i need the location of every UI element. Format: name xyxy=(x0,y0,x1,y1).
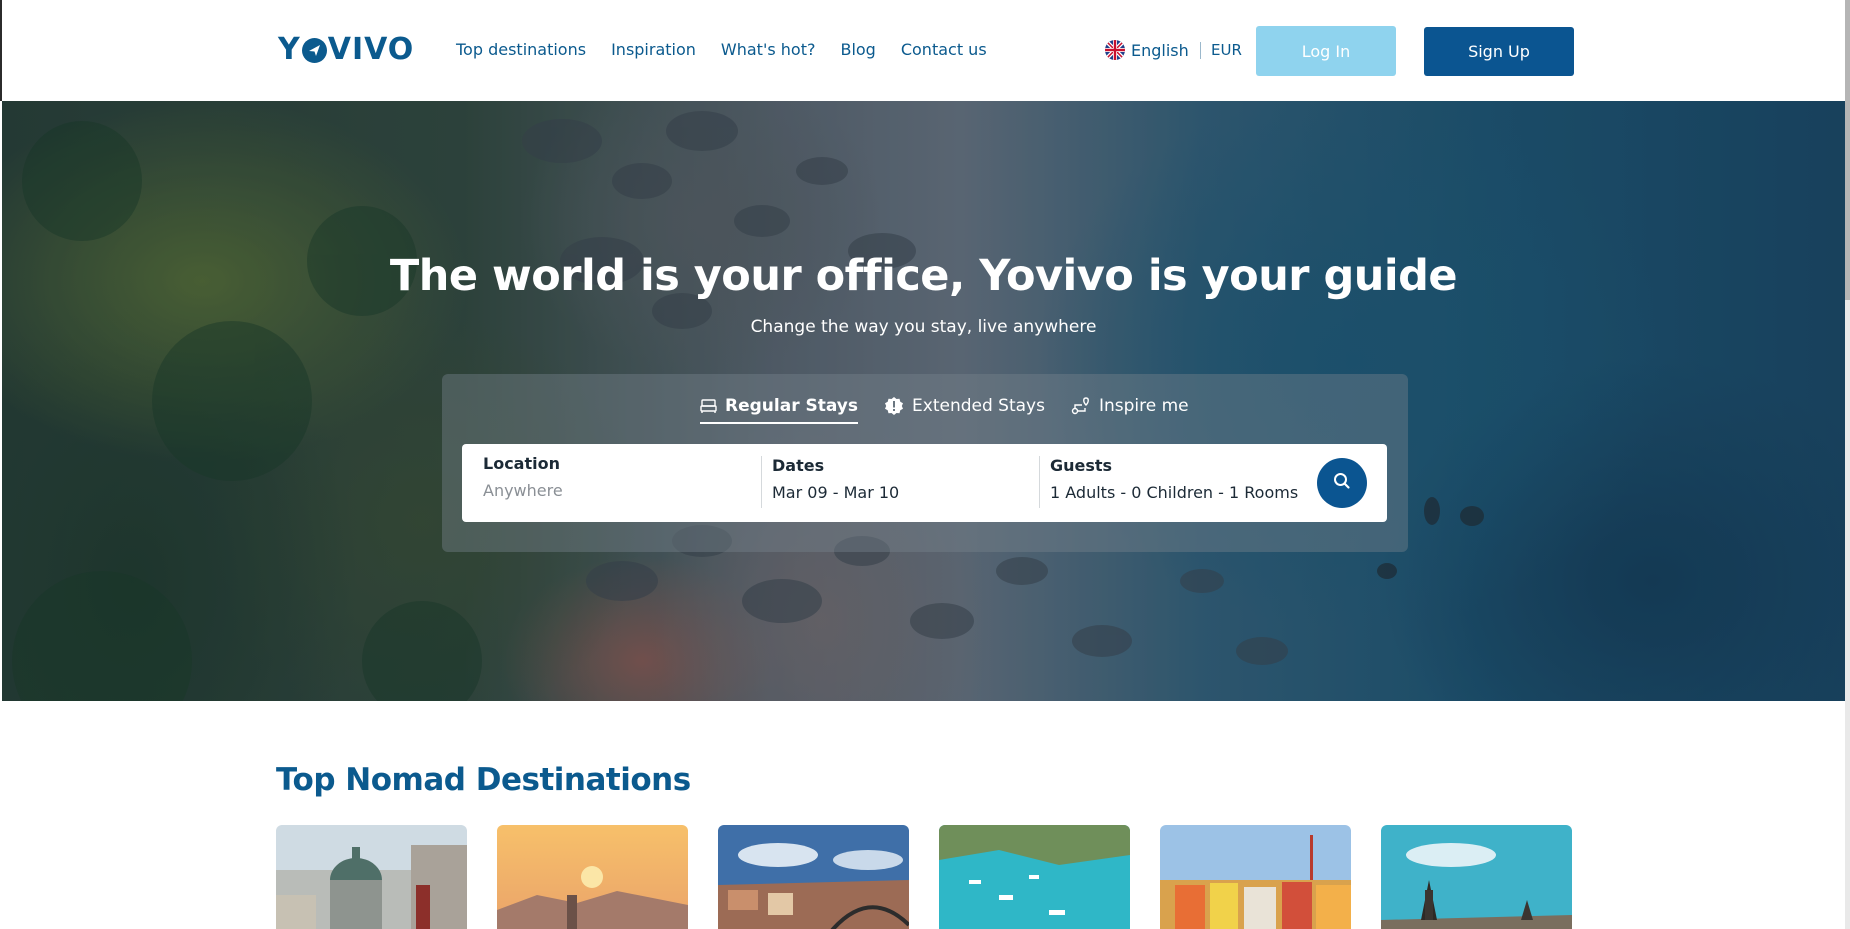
guests-value[interactable]: 1 Adults - 0 Children - 1 Rooms xyxy=(1050,483,1298,502)
logo-text-right: VIVO xyxy=(327,32,415,67)
logo-plane-icon xyxy=(301,37,327,63)
nav-inspiration[interactable]: Inspiration xyxy=(611,40,696,59)
search-button[interactable] xyxy=(1317,458,1367,508)
location-label: Location xyxy=(483,454,560,473)
destination-image xyxy=(276,825,467,929)
field-divider xyxy=(761,456,762,508)
dates-field[interactable]: Dates Mar 09 - Mar 10 xyxy=(772,456,899,502)
tab-inspire-me[interactable]: Inspire me xyxy=(1071,396,1189,422)
stay-type-tabs: Regular Stays Extended Stays Inspire me xyxy=(700,396,1189,424)
nav-contact-us[interactable]: Contact us xyxy=(901,40,987,59)
uk-flag-icon xyxy=(1105,40,1125,60)
login-button[interactable]: Log In xyxy=(1256,26,1396,76)
dates-value[interactable]: Mar 09 - Mar 10 xyxy=(772,483,899,502)
destination-image xyxy=(1160,825,1351,929)
main-nav: Top destinations Inspiration What's hot?… xyxy=(456,40,987,59)
search-panel: Regular Stays Extended Stays Inspire me … xyxy=(442,374,1408,552)
destination-card[interactable] xyxy=(718,825,909,929)
destination-card[interactable] xyxy=(1160,825,1351,929)
guests-label: Guests xyxy=(1050,456,1113,475)
search-icon xyxy=(1332,471,1352,495)
tab-label: Regular Stays xyxy=(725,396,859,416)
dates-label: Dates xyxy=(772,456,825,475)
destination-image xyxy=(1381,825,1572,929)
section-title-top-destinations: Top Nomad Destinations xyxy=(276,762,691,798)
destination-cards xyxy=(276,825,1572,929)
hero-subtitle: Change the way you stay, live anywhere xyxy=(750,317,1097,337)
destination-card[interactable] xyxy=(276,825,467,929)
nav-top-destinations[interactable]: Top destinations xyxy=(456,40,586,59)
destination-image xyxy=(939,825,1130,929)
currency-selector[interactable]: EUR xyxy=(1211,41,1242,59)
bed-icon xyxy=(700,398,717,414)
search-form: Location Anywhere Dates Mar 09 - Mar 10 … xyxy=(462,444,1387,522)
logo-text-left: Y xyxy=(278,32,301,67)
signup-button[interactable]: Sign Up xyxy=(1424,27,1574,76)
site-header: Y VIVO Top destinations Inspiration What… xyxy=(0,0,1850,101)
nav-whats-hot[interactable]: What's hot? xyxy=(721,40,816,59)
tab-label: Extended Stays xyxy=(912,396,1045,416)
destination-image xyxy=(718,825,909,929)
location-field[interactable]: Location Anywhere xyxy=(483,454,563,500)
location-input[interactable]: Anywhere xyxy=(483,481,563,500)
nav-blog[interactable]: Blog xyxy=(840,40,875,59)
language-label: English xyxy=(1131,40,1189,60)
field-divider xyxy=(1039,456,1040,508)
destination-card[interactable] xyxy=(939,825,1130,929)
tab-regular-stays[interactable]: Regular Stays xyxy=(700,396,859,424)
hero-title: The world is your office, Yovivo is your… xyxy=(389,251,1458,301)
scrollbar-thumb[interactable] xyxy=(1845,0,1850,300)
destination-card[interactable] xyxy=(497,825,688,929)
language-selector[interactable]: English xyxy=(1105,40,1189,60)
tab-extended-stays[interactable]: Extended Stays xyxy=(884,396,1045,422)
header-divider xyxy=(1200,42,1201,59)
badge-alert-icon xyxy=(884,396,904,416)
guests-field[interactable]: Guests 1 Adults - 0 Children - 1 Rooms xyxy=(1050,456,1298,502)
route-icon xyxy=(1071,396,1091,416)
page-scrollbar[interactable] xyxy=(1845,0,1850,929)
destination-image xyxy=(497,825,688,929)
yovivo-logo[interactable]: Y VIVO xyxy=(278,34,414,66)
hero-banner: The world is your office, Yovivo is your… xyxy=(2,101,1845,701)
destination-card[interactable] xyxy=(1381,825,1572,929)
tab-label: Inspire me xyxy=(1098,396,1189,416)
